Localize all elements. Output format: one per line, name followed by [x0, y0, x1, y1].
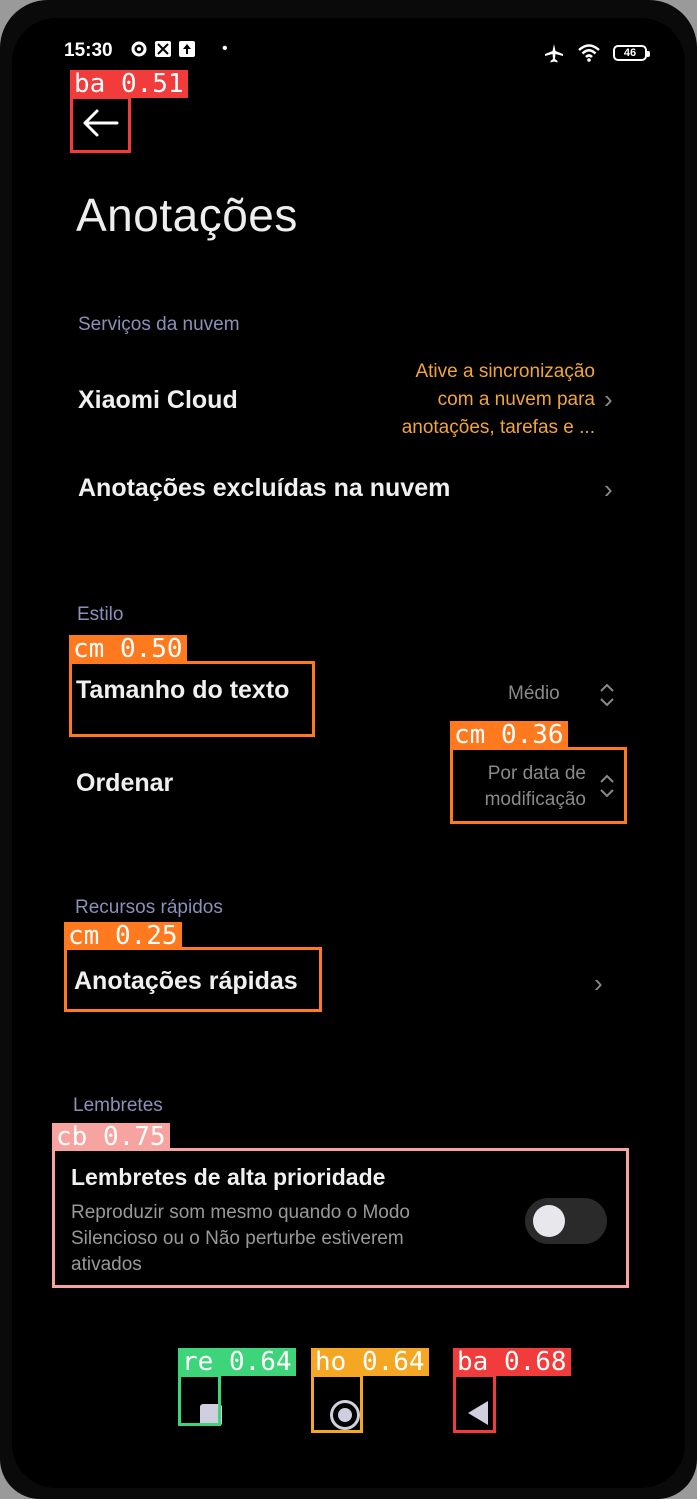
xiaomi-cloud-note: Ative a sincronização com a nuvem para a… — [335, 358, 595, 442]
detection-label: cm 0.36 — [450, 721, 568, 749]
status-time: 15:30 — [64, 40, 113, 61]
xiaomi-cloud-note-line: Ative a sincronização — [415, 361, 595, 382]
app-notification-icon — [155, 41, 171, 57]
detection-box — [178, 1374, 221, 1426]
detection-label: ba 0.68 — [453, 1348, 571, 1376]
deleted-notes-label: Anotações excluídas na nuvem — [78, 474, 451, 502]
deleted-notes-row[interactable]: Anotações excluídas na nuvem — [72, 466, 632, 516]
xiaomi-cloud-label: Xiaomi Cloud — [78, 386, 238, 414]
detection-label: cb 0.75 — [52, 1123, 170, 1151]
status-more-dot: • — [222, 40, 228, 57]
detection-label: cm 0.25 — [64, 922, 182, 950]
section-heading-quick: Recursos rápidos — [75, 897, 223, 918]
chevron-right-icon: › — [604, 474, 613, 504]
detection-box — [52, 1148, 629, 1288]
detection-label: cm 0.50 — [69, 635, 187, 663]
detection-box — [453, 1374, 496, 1433]
chevron-right-icon: › — [604, 384, 613, 414]
detection-box — [450, 747, 627, 824]
wifi-icon — [578, 44, 600, 62]
status-system-icons: 46 — [543, 42, 650, 64]
upload-notification-icon — [179, 41, 195, 57]
detection-box — [70, 96, 131, 153]
airplane-icon — [545, 44, 563, 63]
text-size-value: Médio — [508, 683, 560, 704]
section-heading-cloud: Serviços da nuvem — [78, 314, 240, 335]
battery-level: 46 — [623, 47, 637, 59]
detection-box — [64, 947, 322, 1012]
detection-label: ho 0.64 — [311, 1348, 429, 1376]
xiaomi-cloud-note-line: com a nuvem para — [437, 389, 595, 410]
status-notification-icons — [130, 40, 196, 58]
detection-label: re 0.64 — [178, 1348, 296, 1376]
page-title: Anotações — [76, 189, 298, 241]
section-heading-reminders: Lembretes — [73, 1095, 163, 1116]
chevron-updown-icon — [600, 683, 614, 707]
detection-box — [69, 661, 315, 737]
settings-gear-icon — [131, 41, 147, 57]
detection-box — [311, 1374, 363, 1433]
detection-label: ba 0.51 — [70, 70, 188, 98]
xiaomi-cloud-note-line: anotações, tarefas e ... — [401, 417, 595, 438]
chevron-right-icon: › — [594, 968, 603, 998]
battery-icon: 46 — [613, 45, 650, 61]
section-heading-style: Estilo — [77, 604, 124, 625]
sort-label: Ordenar — [76, 769, 174, 797]
